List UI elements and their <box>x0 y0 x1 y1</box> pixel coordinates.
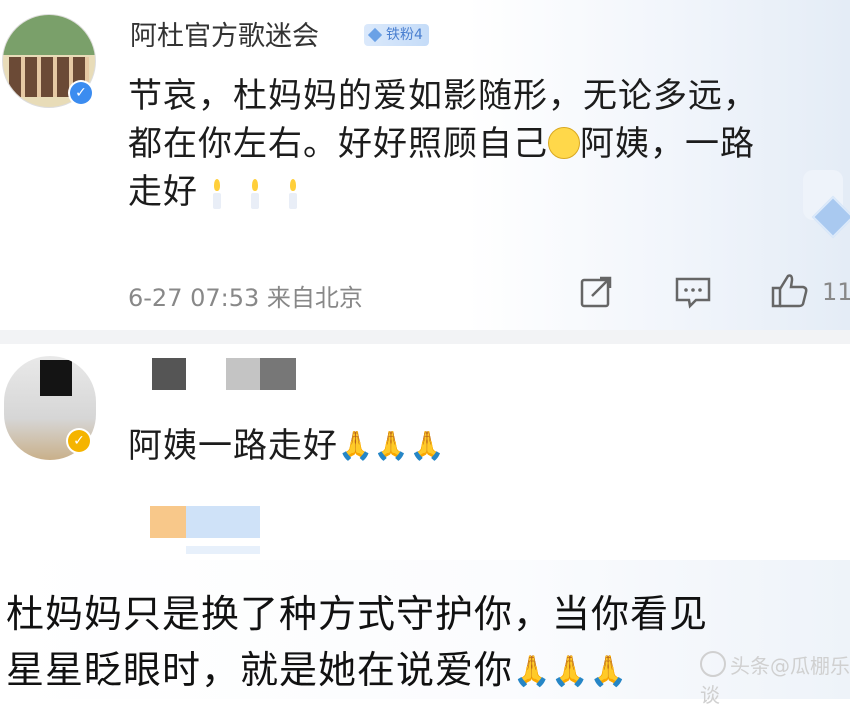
post-text-line3: 走好 <box>128 168 828 216</box>
watermark-logo-icon <box>700 651 726 677</box>
pleading-face-emoji-icon <box>548 127 580 159</box>
post-timestamp: 6-27 07:53 来自北京 <box>128 284 363 312</box>
like-count: 11 <box>822 278 850 306</box>
censor-strip <box>186 546 260 554</box>
reply-text: 阿姨一路走好🙏🙏🙏 <box>128 418 446 467</box>
username-censor-block <box>260 358 296 390</box>
censor-block <box>150 506 186 538</box>
section-divider <box>0 330 850 344</box>
like-icon <box>771 274 808 308</box>
candle-icon <box>212 179 222 209</box>
candle-icon <box>250 179 260 209</box>
post-text-line3-text: 走好 <box>128 172 198 212</box>
censor-block <box>186 506 260 538</box>
avatar-banner <box>3 15 95 55</box>
username-censor-block <box>226 358 260 390</box>
reply-text-body: 阿姨一路走好 <box>128 426 338 466</box>
share-button[interactable] <box>578 274 614 314</box>
share-icon <box>580 276 612 308</box>
comment-icon <box>675 277 711 309</box>
fan-badge-label: 铁粉4 <box>386 27 423 43</box>
verified-badge: ✓ <box>68 80 94 106</box>
bottom-text-line2-body: 星星眨眼时，就是她在说爱你 <box>6 648 514 692</box>
candle-icon <box>288 179 298 209</box>
bottom-text-line1: 杜妈妈只是换了种方式守护你，当你看见 <box>6 592 709 636</box>
author-name[interactable]: 阿杜官方歌迷会 <box>130 14 319 53</box>
post-text: 节哀，杜妈妈的爱如影随形，无论多远， 都在你左右。好好照顾自己 阿姨，一路 走好 <box>128 72 828 216</box>
post-text-line1: 节哀，杜妈妈的爱如影随形，无论多远， <box>128 76 758 116</box>
post-text-line2: 都在你左右。好好照顾自己 阿姨，一路 <box>128 120 828 168</box>
watermark: 头条@瓜棚乐谈 <box>700 650 850 708</box>
reply-verified-icon: ✓ <box>68 430 90 452</box>
comment-button[interactable] <box>674 274 712 314</box>
avatar-censor-block <box>40 360 72 396</box>
praying-hands-icon: 🙏🙏🙏 <box>513 654 629 689</box>
verified-check-icon: ✓ <box>70 82 92 104</box>
reply-verified-badge: ✓ <box>66 428 92 454</box>
username-censor-block <box>152 358 186 390</box>
praying-hands-icon: 🙏🙏🙏 <box>338 429 446 462</box>
fan-diamond-icon <box>367 27 383 43</box>
like-button[interactable] <box>770 272 810 314</box>
post-text-line2b: 阿姨，一路 <box>580 124 755 164</box>
fan-badge[interactable]: 铁粉4 <box>364 24 429 46</box>
post-text-line2a: 都在你左右。好好照顾自己 <box>128 124 548 164</box>
